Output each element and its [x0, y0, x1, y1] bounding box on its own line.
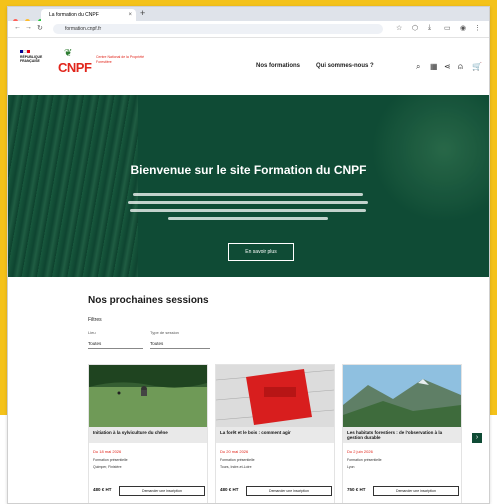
card-date: Du 20 mai 2026 [220, 449, 249, 454]
card-caption: Initiation à la sylviculture du chêne [89, 427, 207, 443]
address-bar-row: ← → ↻ formation.cnpf.fr ☆ ⬡ ⤓ ▭ ◉ ⋮ [8, 21, 489, 38]
french-flag-icon [20, 50, 31, 53]
hero-text-line [130, 209, 366, 212]
card-price: 480 € HT [220, 487, 239, 492]
session-card[interactable]: Les habitats forestiers : de l'observati… [342, 364, 462, 503]
register-button[interactable]: Demander une inscription [373, 486, 459, 496]
account-icon[interactable]: ⍝ [458, 62, 463, 72]
nav-link-qui-sommes-nous[interactable]: Qui sommes-nous ? [316, 63, 374, 69]
card-date: Du 18 mai 2026 [93, 449, 122, 454]
session-card[interactable]: Initiation à la sylviculture du chêne Du… [88, 364, 208, 503]
card-price: 750 € HT [347, 487, 366, 492]
card-meta-type: Formation présentielle [347, 458, 382, 462]
hero-banner: Bienvenue sur le site Formation du CNPF … [8, 95, 489, 277]
tab-bar: La formation du CNPF × + [8, 7, 489, 24]
profile-icon[interactable]: ◉ [460, 24, 466, 32]
tree-bark-image [8, 95, 138, 277]
browser-window: La formation du CNPF × + ← → ↻ formation… [7, 6, 490, 504]
download-icon[interactable]: ⤓ [428, 24, 431, 32]
card-image-book [216, 365, 334, 427]
share-icon[interactable]: ⋖ [444, 62, 451, 71]
republic-line-2: FRANÇAISE [20, 59, 40, 63]
card-meta-location: Tours, Indre-et-Loire [220, 465, 252, 469]
tab-title: La formation du CNPF [49, 12, 99, 18]
cart-icon[interactable]: 🛒 [472, 62, 482, 71]
browser-tab[interactable]: La formation du CNPF × [41, 9, 136, 21]
nav-link-formations[interactable]: Nos formations [256, 63, 300, 69]
learn-more-button[interactable]: En savoir plus [228, 243, 294, 261]
card-image-meadow [89, 365, 207, 427]
filter-caption-lieu: Lieu [88, 330, 96, 335]
bookmark-icon[interactable]: ☆ [396, 24, 402, 32]
hero-text-line [128, 201, 368, 204]
new-tab-button[interactable]: + [140, 8, 145, 18]
card-caption: La forêt et le bois : comment agir [216, 427, 334, 443]
url-input[interactable]: formation.cnpf.fr [53, 24, 383, 34]
close-tab-icon[interactable]: × [128, 9, 132, 21]
extensions-icon[interactable]: ⬡ [412, 24, 418, 32]
menu-icon[interactable]: ⋮ [474, 24, 481, 32]
foliage-image [339, 95, 489, 277]
tree-icon: ❦ [64, 48, 73, 59]
card-date: Du 2 juin 2026 [347, 449, 373, 454]
hero-title: Bienvenue sur le site Formation du CNPF [130, 163, 367, 177]
hero-text-line [168, 217, 328, 220]
sidebar-icon[interactable]: ▭ [444, 24, 451, 32]
back-icon[interactable]: ← [14, 24, 21, 31]
register-button[interactable]: Demander une inscription [119, 486, 205, 496]
card-caption: Les habitats forestiers : de l'observati… [343, 427, 461, 443]
card-meta-type: Formation présentielle [93, 458, 128, 462]
card-image-mountains [343, 365, 461, 427]
card-meta-location: Quimper, Finistère [93, 465, 122, 469]
filters-label: Filtres [88, 317, 102, 323]
search-icon[interactable]: ⌕ [416, 62, 420, 72]
republique-francaise-logo[interactable]: RÉPUBLIQUE FRANÇAISE [20, 50, 48, 63]
card-meta-type: Formation présentielle [220, 458, 255, 462]
site-header: RÉPUBLIQUE FRANÇAISE ❦ CNPF Centre Natio… [8, 38, 489, 96]
calendar-icon[interactable]: ▦ [430, 62, 438, 71]
hero-text-line [133, 193, 363, 196]
filter-select-lieu[interactable]: Toutes [88, 340, 143, 349]
sessions-title: Nos prochaines sessions [88, 295, 209, 306]
logo-subtitle: Centre National de la Propriété Forestiè… [96, 55, 145, 64]
register-button[interactable]: Demander une inscription [246, 486, 332, 496]
filter-select-type[interactable]: Toutes [150, 340, 210, 349]
card-price: 480 € HT [93, 487, 112, 492]
cnpf-logo[interactable]: ❦ CNPF [58, 48, 98, 78]
session-card[interactable]: La forêt et le bois : comment agir Du 20… [215, 364, 335, 503]
card-meta-location: Lyon [347, 465, 355, 469]
carousel-next-button[interactable]: › [472, 433, 482, 443]
logo-text: CNPF [58, 60, 92, 75]
forward-icon[interactable]: → [25, 24, 32, 31]
reload-icon[interactable]: ↻ [37, 24, 43, 32]
filter-caption-type: Type de session [150, 330, 179, 335]
